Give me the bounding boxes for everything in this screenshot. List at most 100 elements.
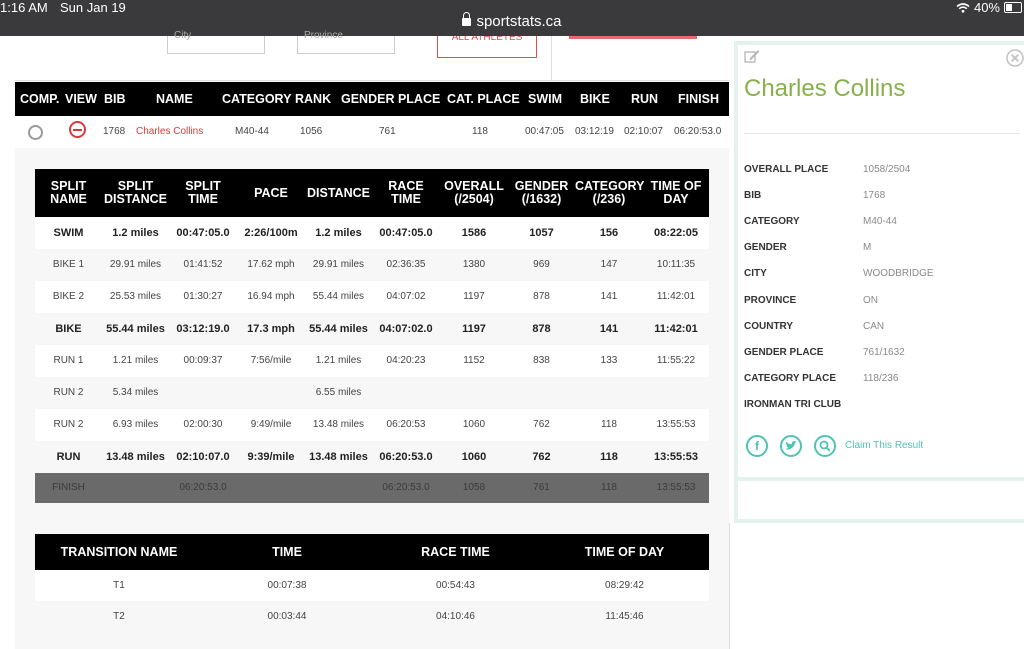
results-header: COMP. VIEW BIB NAME CATEGORY RANK GENDER… [15,82,729,116]
split-cell: 01:41:52 [169,249,237,281]
split-cell: 13.48 miles [305,409,372,441]
splits-header-row: SPLIT NAME SPLIT DISTANCE SPLIT TIME PAC… [35,169,709,217]
province-filter[interactable]: Province [297,31,395,54]
split-cell: 00:47:05.0 [169,217,237,249]
minus-circle-icon[interactable] [69,121,86,138]
split-cell: BIKE 1 [35,249,102,281]
split-cell: 1197 [440,313,508,345]
blank-area [729,523,1024,649]
split-cell: 838 [508,345,575,377]
col-bib[interactable]: BIB [104,92,126,106]
split-cell: 1.21 miles [102,345,169,377]
split-cell: 1586 [440,217,508,249]
result-bib: 1768 [103,126,126,137]
split-cell [643,377,709,409]
col-name[interactable]: NAME [156,92,193,106]
province-placeholder: Province [304,30,343,41]
split-cell: 13:55:53 [643,473,709,503]
info-value: ON [863,295,878,306]
col-run[interactable]: RUN [631,92,658,106]
twitter-icon[interactable] [780,435,802,457]
address-bar[interactable]: sportstats.ca [0,12,1024,30]
split-cell: 1.2 miles [305,217,372,249]
split-cell: 762 [508,441,575,473]
col-cat-place[interactable]: CAT. PLACE [447,92,520,106]
result-finish: 06:20:53.0 [674,126,722,137]
split-cell: 17.62 mph [237,249,305,281]
athlete-name: Charles Collins [744,75,906,102]
transition-cell: 00:03:44 [203,601,371,632]
splits-header: SPLIT DISTANCE [102,169,169,217]
result-bike: 03:12:19 [575,126,614,137]
divider [744,133,1020,134]
split-cell: 06:20:53.0 [372,441,440,473]
transition-row: T2 00:03:44 04:10:46 11:45:46 [35,601,709,632]
transition-cell: 00:54:43 [371,570,540,601]
transition-cell: T2 [35,601,203,632]
split-cell: 5.34 miles [102,377,169,409]
split-cell: 02:10:07.0 [169,441,237,473]
transitions-header-row: TRANSITION NAME TIME RACE TIME TIME OF D… [35,534,709,570]
info-value: M [863,242,872,253]
facebook-icon[interactable]: f [746,435,768,457]
lock-icon [462,12,472,26]
close-icon[interactable] [1006,49,1024,67]
info-value: 1768 [863,190,886,201]
battery-icon [1004,2,1022,13]
split-row: FINISH 06:20:53.0 06:20:53.0 1058 761 118 13:5… [35,473,709,503]
info-value: WOODBRIDGE [863,268,934,279]
col-swim[interactable]: SWIM [528,92,562,106]
transitions-table: TRANSITION NAME TIME RACE TIME TIME OF D… [35,534,709,632]
split-row: BIKE 2 25.53 miles 01:30:27 16.94 mph 55.44 … [35,281,709,313]
split-cell [237,377,305,409]
split-cell [508,377,575,409]
col-view[interactable]: VIEW [65,92,97,106]
col-category[interactable]: CATEGORY [222,92,291,106]
compare-radio-icon[interactable] [28,125,43,140]
claim-result-link[interactable]: Claim This Result [845,440,923,451]
split-cell: RUN 1 [35,345,102,377]
split-cell: 10:11:35 [643,249,709,281]
split-cell: 1152 [440,345,508,377]
transitions-header: RACE TIME [371,534,540,570]
split-cell: 878 [508,313,575,345]
col-comp[interactable]: COMP. [20,92,59,106]
result-name-link[interactable]: Charles Collins [136,126,203,137]
split-cell [169,377,237,409]
split-row: RUN 2 5.34 miles 6.55 miles [35,377,709,409]
col-bike[interactable]: BIKE [580,92,610,106]
split-cell: 1057 [508,217,575,249]
info-label: CITY [744,268,767,279]
edit-icon[interactable] [744,49,760,63]
city-filter[interactable]: City [167,31,265,54]
info-value: M40-44 [863,216,897,227]
split-cell [440,377,508,409]
split-cell: BIKE [35,313,102,345]
split-cell [305,473,372,503]
splits-table: SPLIT NAME SPLIT DISTANCE SPLIT TIME PAC… [35,169,709,503]
splits-header: GENDER (/1632) [508,169,575,217]
splits-header: SPLIT TIME [169,169,237,217]
split-row: BIKE 55.44 miles 03:12:19.0 17.3 mph 55.44 m… [35,313,709,345]
split-cell: RUN [35,441,102,473]
col-rank[interactable]: RANK [295,92,331,106]
split-cell: 133 [575,345,643,377]
split-row: RUN 13.48 miles 02:10:07.0 9:39/mile 13.48 m… [35,441,709,473]
wifi-icon [956,2,970,13]
split-row: RUN 1 1.21 miles 00:09:37 7:56/mile 1.21 mil… [35,345,709,377]
split-cell: 13.48 miles [305,441,372,473]
split-cell: 29.91 miles [102,249,169,281]
col-finish[interactable]: FINISH [678,92,719,106]
transition-cell: 00:07:38 [203,570,371,601]
splits-header: PACE [237,169,305,217]
col-gender-place[interactable]: GENDER PLACE [341,92,440,106]
transitions-header: TRANSITION NAME [35,534,203,570]
result-row[interactable]: 1768 Charles Collins M40-44 1056 761 118… [15,116,729,148]
splits-header: TIME OF DAY [643,169,709,217]
split-cell: 13.48 miles [102,441,169,473]
all-athletes-button[interactable]: ALL ATHLETES [437,36,537,58]
search-icon[interactable] [814,435,836,457]
split-cell: BIKE 2 [35,281,102,313]
info-value: 1058/2504 [863,164,911,175]
split-row: BIKE 1 29.91 miles 01:41:52 17.62 mph 29.91 … [35,249,709,281]
